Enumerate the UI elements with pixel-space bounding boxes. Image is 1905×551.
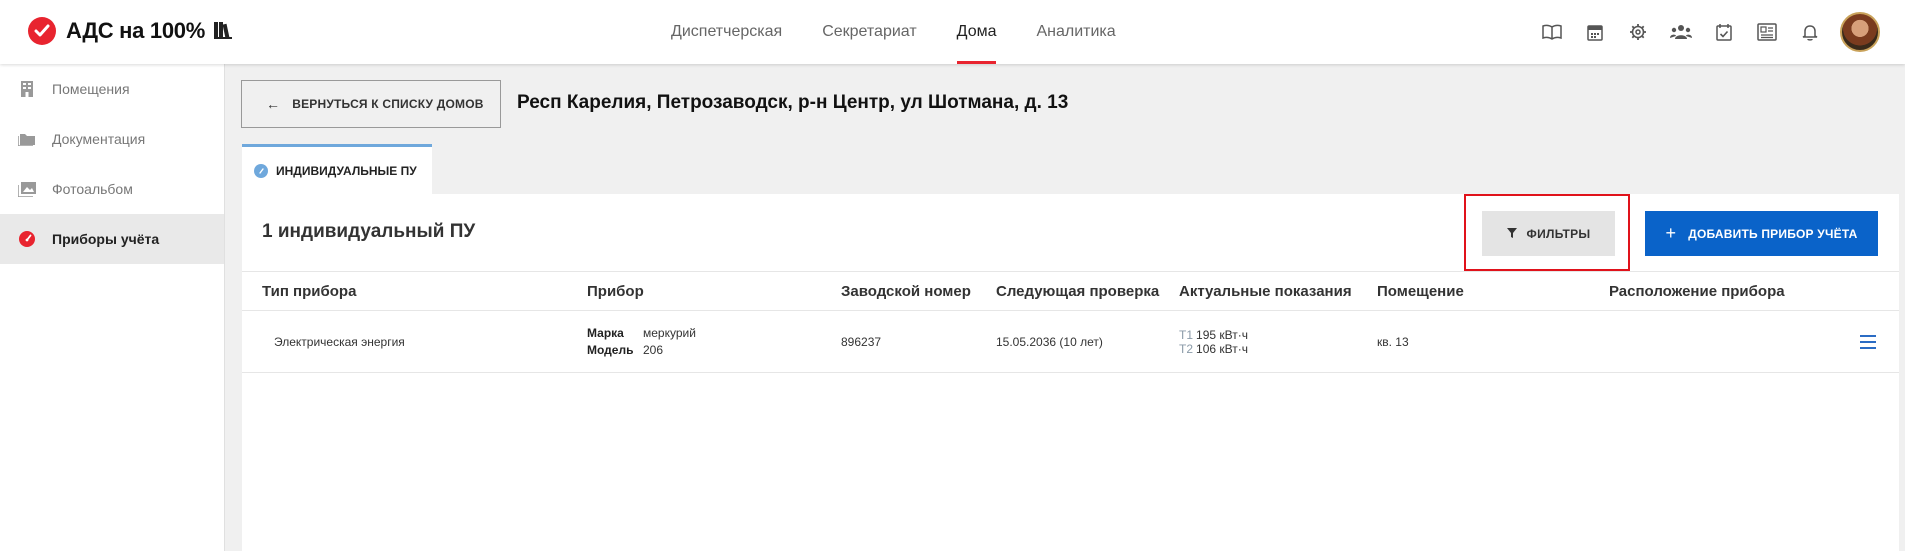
nav-secretariat[interactable]: Секретариат [822, 0, 916, 64]
meters-panel: 1 индивидуальный ПУ ФИЛЬТРЫ + ДОБАВИТЬ П… [242, 194, 1899, 551]
arrow-left-icon: ← [266, 96, 281, 112]
user-avatar[interactable] [1840, 12, 1880, 52]
column-header[interactable]: Заводской номер [841, 283, 971, 300]
nav-dispatch[interactable]: Диспетчерская [671, 0, 782, 64]
gauge-icon [18, 230, 36, 248]
meter-type: Электрическая энергия [274, 335, 405, 349]
model-value: 206 [643, 343, 664, 357]
tariff-label: Т2 [1179, 342, 1194, 356]
model-key: Модель [587, 343, 634, 357]
building-icon [18, 80, 36, 98]
filters-button[interactable]: ФИЛЬТРЫ [1482, 211, 1615, 256]
calendar-icon[interactable] [1583, 20, 1607, 44]
filters-label: ФИЛЬТРЫ [1526, 226, 1591, 241]
folder-icon [18, 130, 36, 148]
tab-label: ИНДИВИДУАЛЬНЫЕ ПУ [276, 163, 417, 178]
calendar-check-icon[interactable] [1712, 20, 1736, 44]
library-icon[interactable] [213, 20, 233, 45]
column-header[interactable]: Следующая проверка [996, 283, 1159, 300]
tab-individual-meters[interactable]: ИНДИВИДУАЛЬНЫЕ ПУ [242, 144, 432, 194]
room: кв. 13 [1377, 335, 1409, 349]
serial-number: 896237 [841, 335, 882, 349]
nav-analytics[interactable]: Аналитика [1036, 0, 1115, 64]
sidebar-item-label: Приборы учёта [52, 231, 160, 247]
column-header[interactable]: Тип прибора [262, 283, 356, 300]
photo-icon [18, 180, 36, 198]
column-header[interactable]: Актуальные показания [1179, 283, 1352, 300]
bell-icon[interactable] [1798, 20, 1822, 44]
users-icon[interactable] [1669, 20, 1693, 44]
brand-value: меркурий [643, 326, 696, 340]
add-meter-label: ДОБАВИТЬ ПРИБОР УЧЁТА [1688, 226, 1858, 241]
column-header[interactable]: Расположение прибора [1609, 283, 1785, 300]
meter-device: Марка меркурий Модель 206 [587, 325, 696, 359]
next-check: 15.05.2036 (10 лет) [996, 335, 1103, 349]
gear-icon[interactable] [1626, 20, 1650, 44]
sidebar-item-photoalbum[interactable]: Фотоальбом [0, 164, 224, 214]
meters-count: 1 индивидуальный ПУ [262, 221, 476, 242]
sidebar-item-rooms[interactable]: Помещения [0, 64, 224, 114]
sidebar-item-documentation[interactable]: Документация [0, 114, 224, 164]
check-logo-icon [28, 17, 56, 45]
sidebar-item-meters[interactable]: Приборы учёта [0, 214, 224, 264]
tariff-label: Т1 [1179, 328, 1194, 342]
table-header: Тип прибора Прибор Заводской номер Следу… [242, 271, 1899, 311]
app-title: АДС на 100% [66, 18, 205, 43]
brand-key: Марка [587, 326, 624, 340]
current-readings: Т1 195 кВт·ч Т2 106 кВт·ч [1179, 328, 1248, 356]
add-meter-button[interactable]: + ДОБАВИТЬ ПРИБОР УЧЁТА [1645, 211, 1878, 256]
back-button-label: ВЕРНУТЬСЯ К СПИСКУ ДОМОВ [292, 97, 484, 111]
back-to-houses-button[interactable]: ← ВЕРНУТЬСЯ К СПИСКУ ДОМОВ [241, 80, 501, 128]
sidebar-item-label: Помещения [52, 81, 130, 97]
column-header[interactable]: Прибор [587, 283, 644, 300]
page-title: Респ Карелия, Петрозаводск, р-н Центр, у… [517, 92, 1069, 113]
plus-icon: + [1665, 223, 1677, 243]
tariff-value: 106 кВт·ч [1196, 342, 1248, 356]
sidebar-item-label: Фотоальбом [52, 181, 133, 197]
column-header[interactable]: Помещение [1377, 283, 1464, 300]
book-icon[interactable] [1540, 20, 1564, 44]
gauge-icon [254, 163, 268, 178]
tariff-value: 195 кВт·ч [1196, 328, 1248, 342]
app-logo[interactable]: АДС на 100% [28, 17, 205, 45]
table-row[interactable]: Электрическая энергия Марка меркурий Моде… [242, 311, 1899, 373]
header-icons [1540, 20, 1841, 44]
sidebar: Помещения Документация Фотоальбом Прибор… [0, 64, 225, 551]
newspaper-icon[interactable] [1755, 20, 1779, 44]
main-nav: Диспетчерская Секретариат Дома Аналитика [671, 0, 1156, 64]
nav-houses[interactable]: Дома [956, 0, 996, 64]
filter-icon [1506, 227, 1517, 241]
top-header: АДС на 100% Диспетчерская Секретариат До… [0, 0, 1905, 64]
row-menu-icon[interactable] [1859, 334, 1877, 350]
sidebar-item-label: Документация [52, 131, 146, 147]
